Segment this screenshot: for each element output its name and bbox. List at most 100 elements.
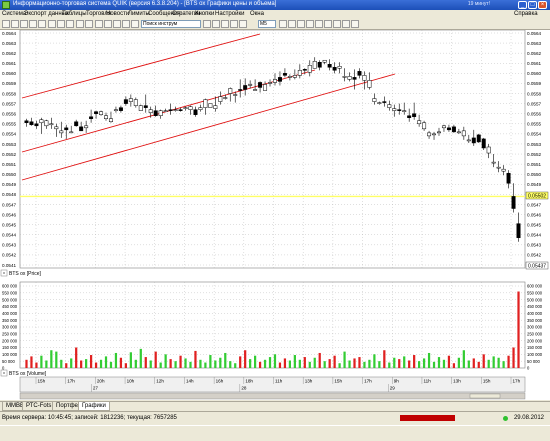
candle-body[interactable] — [297, 70, 302, 76]
order-icon[interactable] — [66, 20, 74, 28]
candle-body[interactable] — [417, 120, 422, 125]
candle-body[interactable] — [486, 146, 491, 154]
candle-body[interactable] — [337, 66, 342, 69]
candle-body[interactable] — [446, 127, 451, 131]
candle-body[interactable] — [143, 105, 148, 108]
save-icon[interactable] — [38, 20, 46, 28]
candle-body[interactable] — [357, 71, 362, 76]
candle-body[interactable] — [441, 125, 446, 129]
candle-body[interactable] — [208, 103, 213, 108]
menu-item-4[interactable]: Новости — [106, 11, 129, 17]
candle-body[interactable] — [312, 60, 317, 69]
candle-body[interactable] — [412, 113, 417, 117]
candle-body[interactable] — [367, 80, 372, 88]
candle-body[interactable] — [79, 126, 84, 132]
candle-body[interactable] — [163, 110, 168, 112]
candle-body[interactable] — [104, 115, 108, 119]
candle-body[interactable] — [49, 123, 54, 126]
candle-body[interactable] — [173, 109, 178, 111]
chart-icon[interactable] — [57, 20, 65, 28]
candle-body[interactable] — [178, 109, 183, 111]
candle-body[interactable] — [44, 120, 49, 127]
find-icon[interactable] — [131, 20, 139, 28]
candle-body[interactable] — [203, 99, 208, 108]
candle-body[interactable] — [322, 59, 327, 63]
candle-body[interactable] — [476, 134, 481, 143]
candle-body[interactable] — [69, 131, 74, 134]
candle-body[interactable] — [153, 110, 158, 116]
candle-body[interactable] — [94, 111, 99, 114]
candle-body[interactable] — [422, 122, 427, 130]
price-volume-chart[interactable]: 0.0541 0.0542 0.0543 0.0544 0.0545 0.0546 0.05… — [0, 30, 550, 400]
candle-body[interactable] — [272, 79, 277, 83]
candle-body[interactable] — [287, 76, 292, 78]
settings-icon[interactable] — [113, 20, 121, 28]
candle-body[interactable] — [39, 119, 44, 124]
candle-body[interactable] — [496, 166, 501, 169]
candle-body[interactable] — [113, 109, 118, 111]
menu-item-2[interactable]: Таблицы — [62, 11, 87, 17]
candle-body[interactable] — [506, 172, 511, 184]
candle-body[interactable] — [362, 75, 367, 81]
limits-icon[interactable] — [95, 20, 103, 28]
menu-item-8[interactable]: Кнопки — [195, 11, 214, 17]
candle-body[interactable] — [268, 82, 273, 84]
candle-body[interactable] — [89, 116, 94, 119]
candle-body[interactable] — [342, 76, 347, 78]
candle-body[interactable] — [317, 62, 322, 68]
candle-body[interactable] — [332, 67, 337, 71]
candle-body[interactable] — [292, 75, 297, 78]
candle-body[interactable] — [402, 110, 407, 112]
refresh-icon[interactable] — [333, 20, 341, 28]
line-chart-icon[interactable] — [221, 20, 229, 28]
tab-1[interactable]: РТС-Fots — [22, 402, 56, 411]
arrow-icon[interactable] — [315, 20, 323, 28]
menu-item-9[interactable]: Настройки — [215, 11, 244, 17]
candle-body[interactable] — [352, 77, 357, 80]
menu-item-10[interactable]: Окна — [250, 11, 264, 17]
candle-body[interactable] — [118, 107, 123, 111]
candle-body[interactable] — [461, 130, 466, 137]
candle-body[interactable] — [99, 111, 104, 115]
candle-body[interactable] — [59, 130, 64, 134]
help-icon[interactable] — [351, 20, 359, 28]
candle-body[interactable] — [128, 98, 133, 102]
news-icon[interactable] — [76, 20, 84, 28]
instrument-search-input[interactable]: Поиск инструм — [141, 20, 201, 28]
price-pane[interactable] — [19, 30, 526, 269]
candle-body[interactable] — [466, 139, 471, 142]
candle-body[interactable] — [372, 98, 377, 102]
candle-body[interactable] — [277, 77, 282, 82]
trendline-icon[interactable] — [288, 20, 296, 28]
candle-body[interactable] — [148, 109, 153, 113]
delete-icon[interactable] — [324, 20, 332, 28]
candle-body[interactable] — [218, 96, 223, 102]
table-icon[interactable] — [48, 20, 56, 28]
candle-body[interactable] — [282, 73, 287, 76]
candle-body[interactable] — [437, 131, 441, 134]
candle-body[interactable] — [233, 94, 238, 96]
tab-3[interactable]: Графики — [78, 402, 110, 411]
menu-item-11[interactable]: Справка — [514, 11, 538, 17]
text-icon[interactable] — [306, 20, 314, 28]
candle-body[interactable] — [397, 109, 402, 111]
candle-body[interactable] — [223, 97, 228, 99]
candle-body[interactable] — [427, 132, 432, 137]
candle-body[interactable] — [302, 69, 307, 71]
candle-body[interactable] — [516, 223, 521, 239]
minimize-button[interactable]: _ — [518, 1, 527, 9]
candle-body[interactable] — [188, 106, 193, 110]
candle-body[interactable] — [307, 65, 312, 73]
portfolio-icon[interactable] — [85, 20, 93, 28]
candle-body[interactable] — [183, 107, 188, 109]
print-icon[interactable] — [122, 20, 130, 28]
candle-body[interactable] — [407, 115, 412, 118]
candle-body[interactable] — [64, 127, 69, 131]
candle-body[interactable] — [387, 104, 392, 108]
candle-body[interactable] — [248, 84, 253, 86]
messages-icon[interactable] — [104, 20, 112, 28]
candle-body[interactable] — [382, 101, 387, 103]
candle-body[interactable] — [74, 121, 79, 127]
candle-body[interactable] — [258, 82, 263, 88]
candle-body[interactable] — [327, 64, 332, 68]
